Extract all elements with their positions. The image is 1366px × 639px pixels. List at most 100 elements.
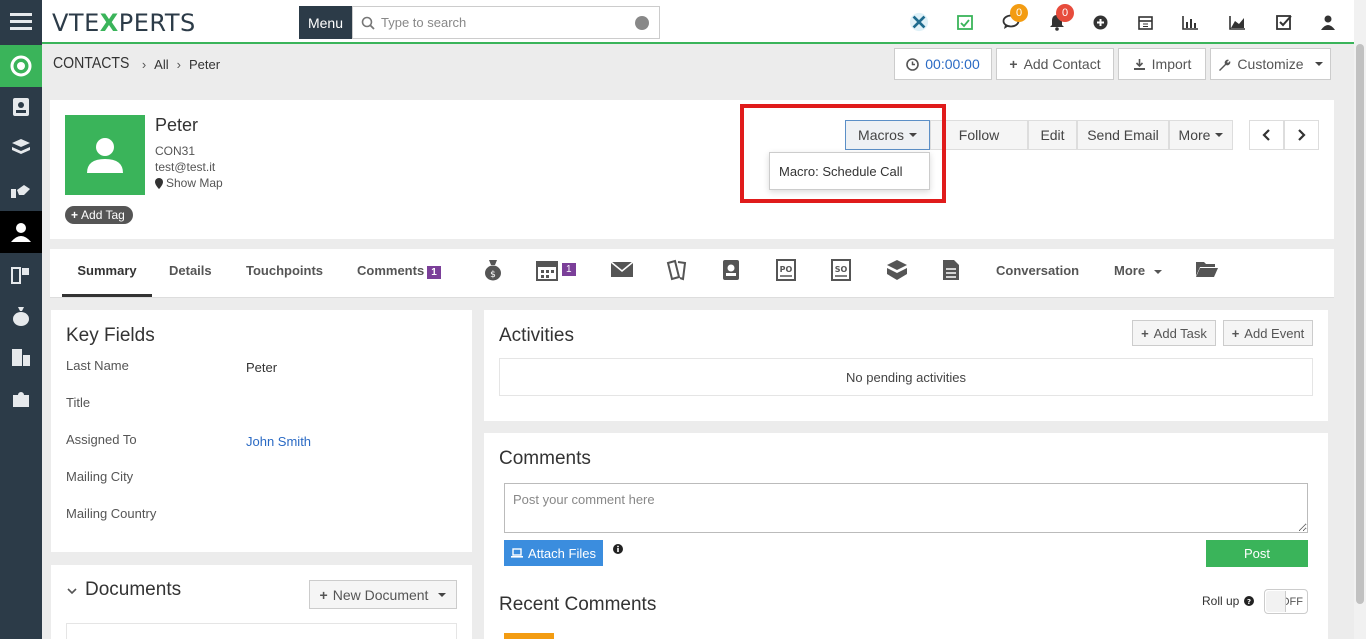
caret-down-icon [1215, 133, 1224, 137]
envelope-icon[interactable] [610, 259, 636, 281]
timer-button[interactable]: 00:00:00 [894, 48, 992, 80]
area-chart-icon[interactable] [1227, 12, 1247, 32]
documents-list [66, 623, 457, 639]
comments-title: Comments [499, 448, 591, 469]
timer-value: 00:00:00 [925, 56, 980, 72]
chat-icon[interactable]: 0 [1001, 4, 1028, 32]
add-event-button[interactable]: + Add Event [1223, 320, 1313, 346]
plus-circle-icon[interactable] [1090, 12, 1110, 32]
key-fields-panel: Key Fields Last Name Peter Title Assigne… [51, 310, 472, 552]
send-email-label: Send Email [1087, 127, 1159, 143]
app-logo[interactable]: VTEXPERTS [52, 9, 196, 37]
more-actions-label: More [1178, 127, 1211, 143]
document-icon[interactable] [942, 259, 964, 281]
help-icon[interactable]: ? [1244, 596, 1255, 606]
tab-conversation[interactable]: Conversation [996, 263, 1079, 297]
contact-book-icon[interactable] [722, 259, 744, 281]
caret-down-icon [1154, 269, 1163, 274]
clock-icon [906, 57, 920, 71]
user-icon[interactable] [1318, 12, 1338, 32]
info-icon[interactable] [613, 544, 623, 554]
address-book-icon[interactable] [0, 87, 42, 127]
calendar-icon[interactable] [1135, 12, 1155, 32]
add-task-button[interactable]: + Add Task [1132, 320, 1216, 346]
add-contact-label: Add Contact [1023, 56, 1101, 72]
calendar-tab-icon[interactable]: 1 [536, 259, 580, 281]
bar-chart-icon[interactable] [1180, 12, 1200, 32]
search-icon [361, 16, 375, 30]
plus-icon: + [1231, 325, 1240, 341]
edit-button[interactable]: Edit [1028, 120, 1077, 150]
contacts-icon[interactable] [0, 211, 42, 253]
products-icon[interactable] [886, 259, 908, 281]
tab-touchpoints[interactable]: Touchpoints [246, 263, 323, 297]
chevron-down-icon[interactable] [67, 588, 77, 595]
more-actions-button[interactable]: More [1169, 120, 1233, 150]
scrollbar-thumb[interactable] [1356, 44, 1364, 604]
hamburger-menu-icon[interactable] [0, 0, 42, 42]
tab-details[interactable]: Details [169, 263, 212, 297]
record-email[interactable]: test@test.it [155, 160, 215, 174]
home-icon[interactable] [0, 45, 42, 87]
tab-summary[interactable]: Summary [62, 263, 152, 297]
import-button[interactable]: Import [1118, 48, 1206, 80]
page-scrollbar[interactable] [1354, 0, 1366, 639]
tab-comments-label: Comments [357, 263, 425, 278]
record-tabs: Summary Details Touchpoints Comments 1 $ … [50, 249, 1334, 298]
customize-button[interactable]: Customize [1210, 48, 1331, 80]
search-options-chevron-icon[interactable] [635, 16, 649, 30]
folder-open-icon[interactable] [1195, 259, 1221, 281]
puzzle-icon[interactable] [0, 379, 42, 419]
add-tag-button[interactable]: + Add Tag [65, 206, 133, 224]
checkbox-icon[interactable] [1274, 12, 1294, 32]
building-icon[interactable] [0, 337, 42, 377]
add-event-label: Add Event [1244, 325, 1305, 341]
calendar-check-icon[interactable] [955, 12, 975, 32]
vtiger-x-icon[interactable] [909, 12, 929, 32]
send-email-button[interactable]: Send Email [1077, 120, 1169, 150]
menu-button[interactable]: Menu [299, 6, 352, 39]
documents-title: Documents [85, 579, 182, 600]
breadcrumb: CONTACTS › All › Peter [53, 55, 220, 73]
recent-comments-title: Recent Comments [499, 594, 657, 615]
field-value-assigned-to[interactable]: John Smith [246, 434, 311, 449]
chat-badge: 0 [1010, 4, 1028, 22]
sales-order-icon[interactable]: SO [831, 259, 853, 281]
laptop-icon [511, 548, 524, 558]
next-record-button[interactable] [1284, 120, 1319, 150]
svg-text:PO: PO [780, 265, 793, 274]
user-silhouette-icon [87, 138, 123, 173]
breadcrumb-module[interactable]: CONTACTS [53, 55, 129, 73]
post-comment-button[interactable]: Post [1206, 540, 1308, 567]
attach-files-label: Attach Files [528, 545, 596, 561]
attach-files-button[interactable]: Attach Files [504, 540, 603, 566]
tab-more[interactable]: More [1114, 263, 1163, 297]
roll-up-toggle[interactable]: OFF [1264, 589, 1308, 614]
top-bar: VTEXPERTS Menu 0 0 [42, 0, 1366, 44]
no-activities-message: No pending activities [499, 358, 1313, 396]
bell-icon[interactable]: 0 [1047, 4, 1074, 32]
field-value-last-name[interactable]: Peter [246, 360, 277, 375]
map-marker-icon [155, 177, 163, 189]
layers-icon[interactable] [0, 127, 42, 167]
show-map-link[interactable]: Show Map [155, 176, 223, 190]
documents-panel: Documents + New Document [51, 565, 472, 639]
previous-record-button[interactable] [1249, 120, 1284, 150]
field-label: Last Name [66, 358, 129, 373]
breadcrumb-filter[interactable]: All [154, 57, 168, 72]
new-document-button[interactable]: + New Document [309, 580, 457, 609]
tickets-icon[interactable] [0, 255, 42, 295]
purchase-order-icon[interactable]: PO [776, 259, 798, 281]
search-input[interactable] [375, 15, 625, 30]
add-contact-button[interactable]: + Add Contact [996, 48, 1114, 80]
handshake-icon[interactable] [0, 170, 42, 210]
roll-up-label: Roll up ? [1202, 594, 1255, 608]
add-task-label: Add Task [1153, 325, 1207, 341]
global-search [352, 6, 660, 39]
tickets-tab-icon[interactable] [665, 259, 691, 281]
comment-input[interactable] [504, 483, 1308, 533]
wrench-icon [1219, 59, 1231, 71]
tab-comments[interactable]: Comments 1 [357, 263, 441, 297]
money-bag-icon[interactable] [0, 296, 42, 336]
money-bag-icon[interactable]: $ [484, 259, 506, 281]
